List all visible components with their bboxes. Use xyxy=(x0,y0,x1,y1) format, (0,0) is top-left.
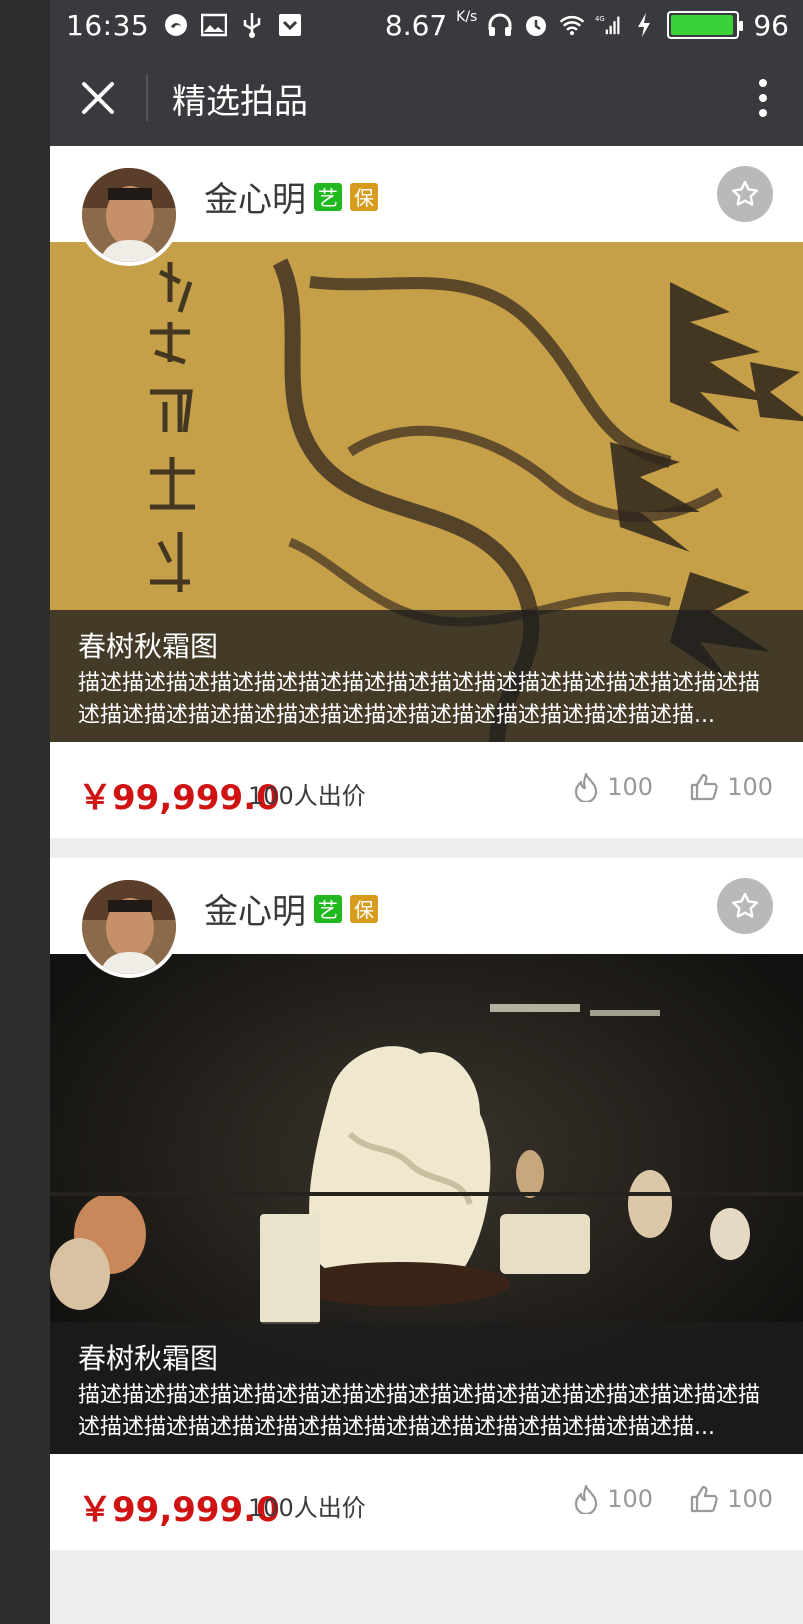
hot-stat[interactable]: 100 xyxy=(573,1484,653,1514)
hot-count: 100 xyxy=(607,1485,653,1513)
star-icon xyxy=(732,180,758,206)
lot-image[interactable]: 春树秋霜图 描述描述描述描述描述描述描述描述描述描述描述描述描述描述描述描述描述… xyxy=(50,954,803,1454)
left-edge-strip xyxy=(0,0,50,1624)
art-badge: 艺 xyxy=(314,894,342,923)
nav-bar: 精选拍品 xyxy=(50,50,803,146)
card-footer: ￥99,999.0 100人出价 100 100 xyxy=(50,1454,803,1550)
download-icon xyxy=(277,12,303,38)
like-count: 100 xyxy=(727,773,773,801)
thumbs-up-icon xyxy=(691,1485,718,1513)
card-footer: ￥99,999.0 100人出价 100 100 xyxy=(50,742,803,838)
battery-fill xyxy=(671,15,733,35)
swirl-icon xyxy=(163,12,189,38)
guarantee-badge: 保 xyxy=(350,894,378,923)
seller-name[interactable]: 金心明 xyxy=(204,884,306,933)
like-stat[interactable]: 100 xyxy=(689,1484,773,1514)
more-vertical-icon xyxy=(759,79,767,117)
status-bar: 16:35 8.67 K/s 4G 96 xyxy=(50,0,803,50)
card-header: 金心明 艺 保 xyxy=(50,858,803,978)
favorite-button[interactable] xyxy=(717,166,773,222)
bidder-count: 100人出价 xyxy=(248,782,366,810)
lot-title[interactable]: 春树秋霜图 xyxy=(78,630,775,664)
close-icon xyxy=(82,82,114,114)
like-stat[interactable]: 100 xyxy=(689,772,773,802)
lot-card[interactable]: 金心明 艺 保 春树秋霜图 描述描述描述描述描述描述描述描述描述描述描述描述描述… xyxy=(50,146,803,838)
more-button[interactable] xyxy=(723,50,803,146)
thumbs-up-icon xyxy=(691,773,718,801)
nav-divider xyxy=(146,75,148,121)
usb-icon xyxy=(239,12,265,38)
signal-icon: 4G xyxy=(595,12,621,38)
seller-info: 金心明 艺 保 xyxy=(204,172,378,221)
headphones-icon xyxy=(487,12,513,38)
network-type: 4G xyxy=(595,15,605,23)
page-title: 精选拍品 xyxy=(172,81,308,122)
battery-level: 96 xyxy=(753,8,789,42)
star-icon xyxy=(732,892,758,918)
seller-info: 金心明 艺 保 xyxy=(204,884,378,933)
flame-icon xyxy=(575,1484,598,1514)
seller-name[interactable]: 金心明 xyxy=(204,172,306,221)
lot-caption: 春树秋霜图 描述描述描述描述描述描述描述描述描述描述描述描述描述描述描述描述描述… xyxy=(50,610,803,742)
charging-icon xyxy=(631,12,657,38)
art-badge: 艺 xyxy=(314,182,342,211)
battery-icon xyxy=(667,11,744,39)
lot-feed[interactable]: 金心明 艺 保 春树秋霜图 描述描述描述描述描述描述描述描述描述描述描述描述描述… xyxy=(50,146,803,1624)
seller-avatar[interactable] xyxy=(78,876,180,978)
lot-caption: 春树秋霜图 描述描述描述描述描述描述描述描述描述描述描述描述描述描述描述描述描述… xyxy=(50,1322,803,1454)
lot-card[interactable]: 金心明 艺 保 春树秋霜图 描述描述描述描述描述描述描述描述描述描述描述描述描述… xyxy=(50,858,803,1550)
lot-image[interactable]: 春树秋霜图 描述描述描述描述描述描述描述描述描述描述描述描述描述描述描述描述描述… xyxy=(50,242,803,742)
flame-icon xyxy=(575,772,598,802)
close-button[interactable] xyxy=(50,50,146,146)
seller-avatar[interactable] xyxy=(78,164,180,266)
like-count: 100 xyxy=(727,1485,773,1513)
alarm-icon xyxy=(523,12,549,38)
lot-description: 描述描述描述描述描述描述描述描述描述描述描述描述描述描述描述描述描述描述描述描述… xyxy=(78,671,761,728)
status-time: 16:35 xyxy=(66,8,150,42)
favorite-button[interactable] xyxy=(717,878,773,934)
image-icon xyxy=(201,12,228,38)
guarantee-badge: 保 xyxy=(350,182,378,211)
bidder-count: 100人出价 xyxy=(248,1494,366,1522)
hot-count: 100 xyxy=(607,773,653,801)
lot-description: 描述描述描述描述描述描述描述描述描述描述描述描述描述描述描述描述描述描述描述描述… xyxy=(78,1383,761,1440)
card-header: 金心明 艺 保 xyxy=(50,146,803,266)
hot-stat[interactable]: 100 xyxy=(573,772,653,802)
wifi-icon xyxy=(559,12,585,38)
network-speed: 8.67 K/s xyxy=(384,8,478,42)
lot-title[interactable]: 春树秋霜图 xyxy=(78,1342,775,1376)
